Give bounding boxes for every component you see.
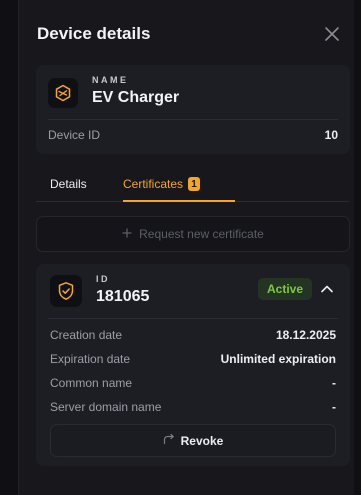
certificate-id-label: ID: [96, 274, 110, 284]
device-details-panel: Device details NAME EV Charger Device ID…: [18, 0, 354, 495]
panel-title: Device details: [37, 24, 151, 43]
certificate-id: 181065: [96, 288, 150, 305]
close-icon[interactable]: [322, 24, 342, 44]
certificate-card: ID 181065 Active Creation date 18.12.202…: [36, 264, 350, 466]
chevron-up-icon[interactable]: [316, 278, 338, 300]
common-name-label: Common name: [50, 376, 133, 390]
request-certificate-button[interactable]: Request new certificate: [36, 216, 350, 252]
server-domain-name-value: -: [332, 400, 336, 414]
common-name-value: -: [332, 376, 336, 390]
revoke-icon: [163, 433, 175, 448]
creation-date-value: 18.12.2025: [275, 328, 336, 342]
expiration-date-value: Unlimited expiration: [220, 352, 336, 366]
device-id-value: 10: [324, 128, 338, 142]
expiration-date-label: Expiration date: [50, 352, 131, 366]
active-tab-indicator: [123, 200, 235, 202]
creation-date-label: Creation date: [50, 328, 123, 342]
tab-details[interactable]: Details: [50, 177, 87, 191]
certificates-count-badge: 1: [188, 177, 201, 191]
device-id-label: Device ID: [48, 128, 101, 142]
divider: [48, 318, 338, 319]
device-name-label: NAME: [92, 75, 129, 85]
tab-bar: Details Certificates 1: [36, 172, 350, 202]
revoke-button[interactable]: Revoke: [50, 424, 336, 457]
plus-icon: [122, 227, 132, 241]
panel-header: Device details: [37, 22, 342, 46]
certificate-shield-icon: [50, 275, 82, 307]
revoke-label: Revoke: [180, 433, 224, 448]
status-badge: Active: [258, 278, 313, 300]
device-name: EV Charger: [92, 89, 180, 106]
tab-certificates[interactable]: Certificates 1: [123, 177, 201, 191]
tab-certificates-label: Certificates: [123, 177, 184, 191]
request-certificate-label: Request new certificate: [139, 227, 264, 241]
device-card: NAME EV Charger Device ID 10: [36, 65, 350, 154]
divider: [48, 119, 338, 120]
device-hexagon-icon: [48, 78, 78, 108]
server-domain-name-label: Server domain name: [50, 400, 162, 414]
